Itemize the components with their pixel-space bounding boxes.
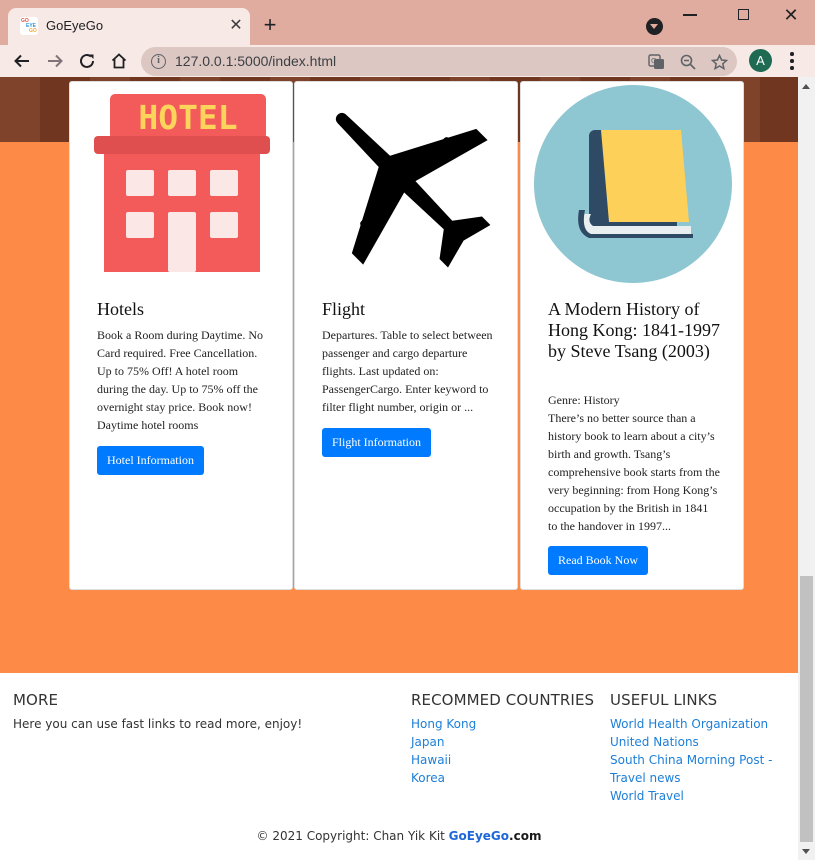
window-close-icon[interactable]: ✕: [780, 4, 802, 26]
minimize-icon[interactable]: [683, 14, 697, 16]
country-link[interactable]: Korea: [411, 769, 445, 787]
maximize-icon[interactable]: [738, 9, 749, 20]
hotel-card-title: Hotels: [97, 299, 144, 319]
book-card: A Modern History of Hong Kong: 1841-1997…: [520, 81, 744, 590]
scroll-up-arrow-icon[interactable]: [802, 84, 810, 89]
home-icon[interactable]: [107, 49, 131, 73]
svg-text:G: G: [651, 57, 656, 65]
useful-link[interactable]: South China Morning Post - Travel news: [610, 751, 775, 787]
page-viewport: HOTEL Hotels Book a Room during Daytime.…: [0, 77, 798, 860]
airplane-image: [335, 112, 491, 268]
flight-card: Flight Departures. Table to select betwe…: [294, 81, 518, 590]
read-book-now-button[interactable]: Read Book Now: [548, 546, 648, 575]
goeyego-favicon-icon: GO EYE GO: [20, 17, 38, 35]
cards-section: HOTEL Hotels Book a Room during Daytime.…: [0, 81, 798, 673]
country-link[interactable]: Japan: [411, 733, 444, 751]
hotel-card-text: Book a Room during Daytime. No Card requ…: [97, 328, 263, 432]
forward-arrow-icon[interactable]: [43, 49, 67, 73]
bookmark-star-icon[interactable]: [709, 52, 729, 72]
scrollbar-thumb[interactable]: [800, 576, 813, 842]
flight-card-title: Flight: [322, 299, 366, 319]
more-heading: MORE: [13, 691, 59, 709]
useful-link[interactable]: United Nations: [610, 733, 699, 751]
zoom-icon[interactable]: [678, 52, 698, 72]
back-arrow-icon[interactable]: [10, 49, 34, 73]
new-tab-icon[interactable]: +: [259, 14, 281, 36]
copyright-domain: .com: [509, 829, 542, 843]
useful-link[interactable]: World Travel: [610, 787, 684, 805]
tab-close-icon[interactable]: ✕: [226, 16, 246, 36]
address-bar[interactable]: i 127.0.0.1:5000/index.html G: [141, 47, 737, 76]
page-scrollbar[interactable]: [798, 77, 815, 860]
address-url: 127.0.0.1:5000/index.html: [175, 53, 337, 69]
svg-text:HOTEL: HOTEL: [138, 98, 237, 137]
site-info-icon[interactable]: i: [151, 54, 166, 69]
flight-information-button[interactable]: Flight Information: [322, 428, 431, 457]
hotel-building-image: HOTEL: [94, 94, 270, 272]
browser-toolbar: i 127.0.0.1:5000/index.html G A: [0, 45, 815, 77]
browser-tab[interactable]: GO EYE GO GoEyeGo ✕: [8, 8, 250, 45]
useful-link[interactable]: World Health Organization: [610, 715, 768, 733]
countries-heading: RECOMMED COUNTRIES: [411, 691, 595, 709]
useful-links-heading: USEFUL LINKS: [610, 691, 718, 709]
hotel-information-button[interactable]: Hotel Information: [97, 446, 204, 475]
browser-titlebar: GO EYE GO GoEyeGo ✕ + ✕: [0, 0, 815, 45]
tab-search-icon[interactable]: [646, 18, 663, 35]
more-text: Here you can use fast links to read more…: [13, 717, 303, 731]
book-card-genre: Genre: History: [548, 393, 620, 407]
copyright-brand-link[interactable]: GoEyeGo: [449, 829, 509, 843]
copyright: © 2021 Copyright: Chan Yik Kit GoEyeGo.c…: [0, 829, 798, 843]
copyright-text: © 2021 Copyright: Chan Yik Kit: [256, 829, 449, 843]
tab-title: GoEyeGo: [46, 18, 104, 33]
translate-icon[interactable]: G: [646, 52, 666, 72]
reload-icon[interactable]: [75, 49, 99, 73]
scroll-down-arrow-icon[interactable]: [802, 849, 810, 854]
country-link[interactable]: Hong Kong: [411, 715, 476, 733]
flight-card-text: Departures. Table to select between pass…: [322, 328, 493, 414]
book-image: [534, 85, 732, 283]
country-link[interactable]: Hawaii: [411, 751, 451, 769]
book-card-text: There’s no better source than a history …: [548, 411, 720, 533]
hotel-card: HOTEL Hotels Book a Room during Daytime.…: [69, 81, 293, 590]
browser-menu-icon[interactable]: [784, 50, 800, 72]
footer: MORE Here you can use fast links to read…: [0, 673, 798, 860]
book-card-title: A Modern History of Hong Kong: 1841-1997…: [548, 299, 720, 361]
profile-avatar[interactable]: A: [749, 49, 772, 72]
